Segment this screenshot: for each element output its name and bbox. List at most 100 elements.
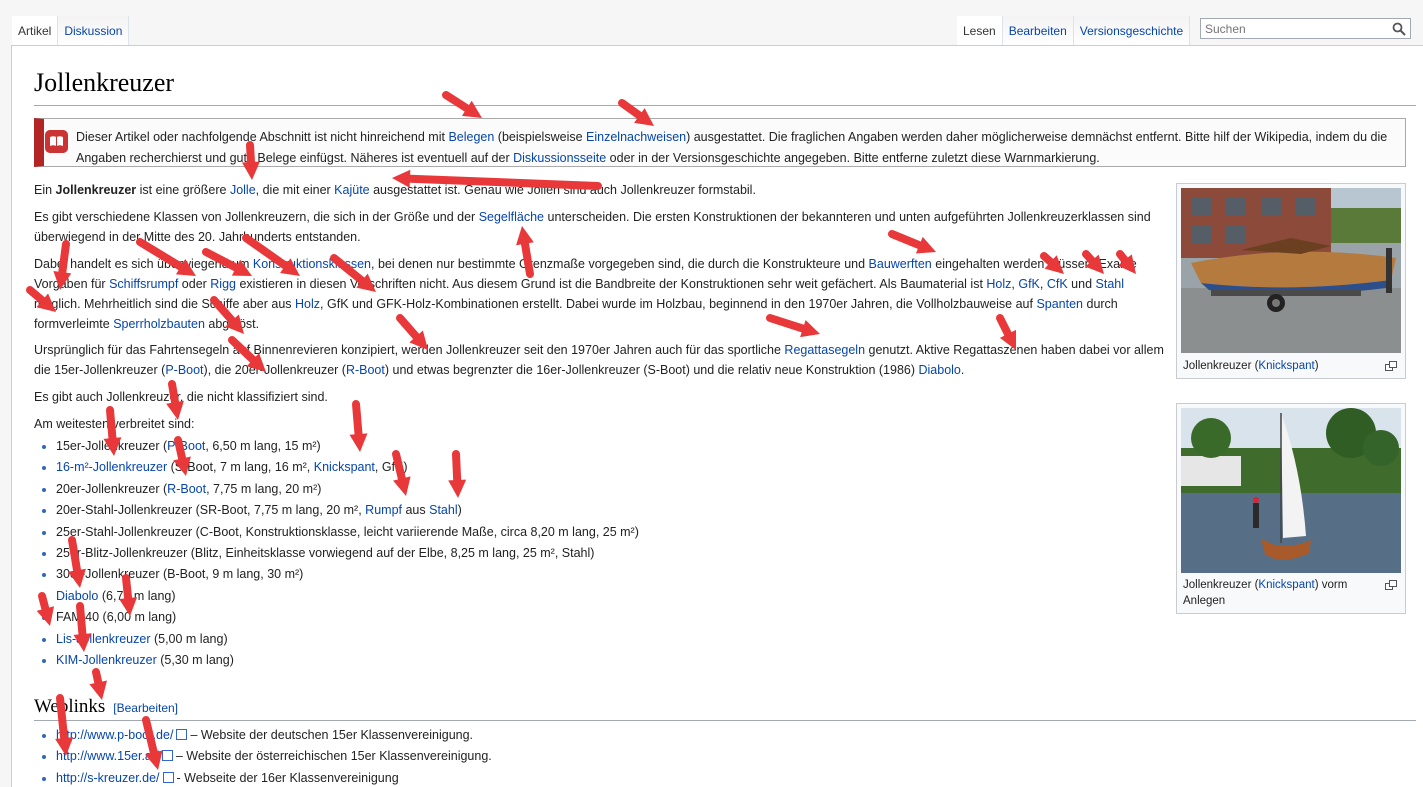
list-item-text: (S-Boot, 7 m lang, 16 m²,: [167, 460, 314, 475]
text: ), die 20er-Jollenkreuzer (: [203, 363, 346, 377]
tab-versionsgeschichte[interactable]: Versionsgeschichte: [1073, 16, 1191, 46]
tab-artikel[interactable]: Artikel: [12, 16, 59, 46]
search-icon[interactable]: [1392, 22, 1406, 36]
list-item-text: (5,00 m lang): [150, 631, 228, 646]
heading-text: Weblinks: [34, 696, 106, 717]
link-gfk[interactable]: GfK: [1018, 277, 1040, 291]
weblinks-edit-link[interactable]: [Bearbeiten]: [113, 701, 178, 715]
text: möglich. Mehrheitlich sind die Schiffe a…: [34, 297, 296, 311]
text: Jollenkreuzer (: [1183, 360, 1259, 372]
page-title: Jollenkreuzer: [34, 68, 175, 97]
list-item-link[interactable]: R-Boot: [167, 482, 206, 496]
list-item-text: 30er-Jollenkreuzer (B-Boot, 9 m lang, 30…: [56, 567, 304, 582]
enlarge-icon[interactable]: [1385, 361, 1397, 371]
link-diabolo[interactable]: Diabolo: [918, 363, 960, 377]
list-item: 25er-Stahl-Jollenkreuzer (C-Boot, Konstr…: [56, 522, 639, 543]
text: ,: [1039, 277, 1047, 291]
thumbnail-1: Jollenkreuzer (Knickspant): [1176, 183, 1406, 379]
link-diskussionsseite[interactable]: Diskussionsseite: [513, 151, 606, 165]
list-item: 16-m²-Jollenkreuzer (S-Boot, 7 m lang, 1…: [56, 457, 639, 478]
link-regattasegeln[interactable]: Regattasegeln: [784, 343, 865, 357]
link-holz[interactable]: Holz: [986, 277, 1011, 291]
link-knickspant-caption-2[interactable]: Knickspant: [1258, 579, 1314, 591]
link-jolle[interactable]: Jolle: [230, 183, 256, 197]
list-item: KIM-Jollenkreuzer (5,30 m lang): [56, 650, 639, 671]
tab-diskussion[interactable]: Diskussion: [58, 16, 130, 46]
paragraph-construction: Dabei handelt es sich überwiegend um Kon…: [34, 254, 1164, 334]
link-rigg[interactable]: Rigg: [210, 277, 236, 291]
text: existieren in diesen Vorschriften nicht.…: [236, 277, 987, 291]
list-item-text: ): [457, 503, 462, 518]
list-item-link[interactable]: Rumpf: [365, 503, 402, 517]
list-item-text: 15er-Jollenkreuzer (: [56, 439, 168, 453]
text: (beispielsweise: [494, 130, 587, 144]
thumbnail-image-boat-trailer[interactable]: [1181, 188, 1401, 353]
link-knickspant-caption-1[interactable]: Knickspant: [1258, 360, 1314, 372]
list-item-link[interactable]: KIM-Jollenkreuzer: [56, 653, 157, 667]
list-item: 30er-Jollenkreuzer (B-Boot, 9 m lang, 30…: [56, 564, 639, 585]
external-link-icon: [161, 750, 173, 762]
warning-text: Dieser Artikel oder nachfolgende Abschni…: [76, 127, 1406, 169]
link-spanten[interactable]: Spanten: [1036, 297, 1083, 311]
link-r-boot[interactable]: R-Boot: [346, 363, 385, 377]
weblink-url[interactable]: http://s-kreuzer.de/: [56, 771, 160, 785]
weblink-url[interactable]: http://www.15er.at/: [56, 749, 159, 763]
thumbnail-image-sailing-boat[interactable]: [1181, 408, 1401, 573]
list-item: Diabolo (6,70 m lang): [56, 586, 639, 607]
text: ): [1314, 360, 1319, 372]
text: .: [960, 363, 965, 377]
link-cfk[interactable]: CfK: [1047, 277, 1068, 291]
list-item-link[interactable]: 16-m²-Jollenkreuzer: [56, 460, 167, 474]
weblink-description: – Website der österreichischen 15er Klas…: [175, 749, 492, 764]
search-input[interactable]: [1201, 19, 1385, 38]
paragraph-unclassified: Es gibt auch Jollenkreuzer, die nicht kl…: [34, 390, 328, 404]
external-link-icon: [176, 729, 188, 740]
link-sperrholzbauten[interactable]: Sperrholzbauten: [113, 317, 205, 331]
link-kajuete[interactable]: Kajüte: [334, 183, 369, 197]
link-p-boot[interactable]: P-Boot: [165, 363, 203, 377]
list-item: 15er-Jollenkreuzer (P-Boot, 6,50 m lang,…: [56, 436, 639, 457]
list-item-link[interactable]: Lis-Jollenkreuzer: [56, 632, 150, 646]
weblinks-divider: [34, 720, 1416, 721]
weblink-description: – Website der deutschen 15er Klassenvere…: [190, 728, 474, 742]
list-item-link[interactable]: Knickspant: [314, 460, 375, 474]
list-item-text: 20er-Jollenkreuzer (: [56, 481, 168, 496]
text: , GfK und GFK-Holz-Kombinationen erstell…: [320, 297, 1037, 311]
link-konstruktionsklassen[interactable]: Konstruktionsklassen: [253, 257, 371, 271]
list-item: 25er-Blitz-Jollenkreuzer (Blitz, Einheit…: [56, 543, 639, 564]
enlarge-icon[interactable]: [1385, 580, 1397, 590]
list-item-text: (5,30 m lang): [156, 653, 234, 668]
tab-lesen[interactable]: Lesen: [957, 16, 1003, 46]
weblink-item: http://www.15er.at/ – Website der österre…: [56, 746, 492, 767]
link-holz-2[interactable]: Holz: [295, 297, 320, 311]
link-belegen[interactable]: Belegen: [448, 130, 494, 144]
text: ist eine größere: [136, 183, 230, 197]
text: und: [1067, 277, 1096, 291]
link-stahl[interactable]: Stahl: [1096, 277, 1125, 291]
link-schiffsrumpf[interactable]: Schiffsrumpf: [109, 277, 178, 291]
link-segelflaeche[interactable]: Segelfläche: [479, 210, 544, 224]
list-item-text: , GfK): [374, 460, 408, 475]
list-item-text: aus: [402, 503, 430, 518]
text: , bei denen nur bestimmte Grenzmaße vorg…: [371, 257, 869, 271]
paragraph-list-intro: Am weitesten verbreitet sind:: [34, 417, 195, 431]
list-item-link[interactable]: P-Boot: [167, 439, 205, 453]
paragraph-classes: Es gibt verschiedene Klassen von Jollenk…: [34, 207, 1164, 247]
list-item-text: (6,70 m lang): [98, 588, 176, 603]
list-item-link[interactable]: Diabolo: [56, 589, 98, 603]
list-item-text: , 7,75 m lang, 20 m²): [206, 481, 322, 496]
search-box: [1200, 18, 1411, 39]
title-divider: [34, 105, 1416, 106]
content-area: Jollenkreuzer Dieser Artikel oder nachfo…: [11, 45, 1423, 787]
warning-box: Dieser Artikel oder nachfolgende Abschni…: [34, 118, 1406, 167]
link-einzelnachweisen[interactable]: Einzelnachweisen: [586, 130, 686, 144]
weblink-item: http://www.p-boot.de/ – Website der deuts…: [56, 725, 492, 746]
tab-bearbeiten[interactable]: Bearbeiten: [1002, 16, 1074, 46]
list-item-link[interactable]: Stahl: [429, 503, 458, 517]
text: abgelöst.: [204, 317, 260, 331]
list-item-text: 25er-Blitz-Jollenkreuzer (Blitz, Einheit…: [56, 546, 595, 561]
list-item-text: 20er-Stahl-Jollenkreuzer (SR-Boot, 7,75 …: [56, 503, 366, 518]
link-bauwerften[interactable]: Bauwerften: [869, 257, 932, 271]
thumbnail-caption-1: Jollenkreuzer (Knickspant): [1183, 358, 1383, 374]
weblink-url[interactable]: http://www.p-boot.de/: [56, 728, 173, 742]
